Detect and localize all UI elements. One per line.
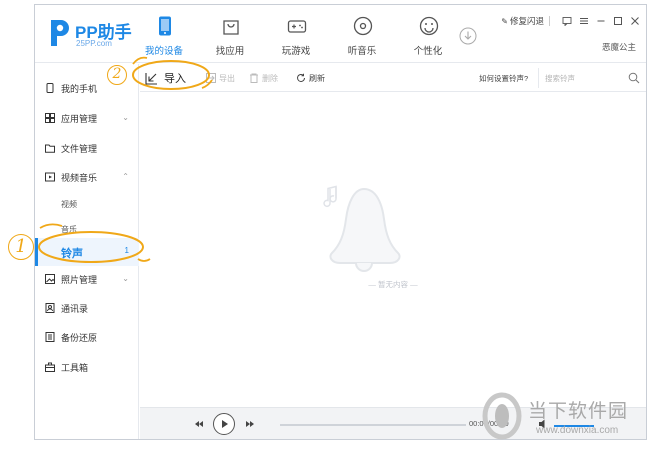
backup-icon <box>45 332 55 342</box>
watermark-logo <box>482 392 522 440</box>
chevron-down-icon: ⌄ <box>122 274 129 283</box>
chevron-up-icon: ⌃ <box>122 172 129 181</box>
sidebar-item-app-management[interactable]: 应用管理 ⌄ <box>35 106 139 130</box>
sidebar-subitem-video[interactable]: 视频 <box>61 199 77 210</box>
export-button[interactable]: 导出 <box>206 70 235 86</box>
nav-label: 个性化 <box>413 46 443 57</box>
nav-label: 玩游戏 <box>281 46 311 57</box>
nav-my-device[interactable]: 我的设备 <box>131 5 197 63</box>
menu-icon[interactable] <box>578 16 589 27</box>
media-icon <box>45 172 55 182</box>
empty-state-text: — 暂无内容 — <box>368 280 418 289</box>
sidebar-item-ringtones[interactable]: 铃声 1 <box>35 238 139 266</box>
sidebar-item-label: 视频音乐 <box>61 172 98 183</box>
folder-icon <box>45 144 55 153</box>
image-icon <box>45 274 55 284</box>
refresh-button[interactable]: 刷新 <box>296 70 325 86</box>
logo-subtitle: 25PP.com <box>76 39 112 48</box>
smile-icon <box>419 16 439 36</box>
chevron-down-icon: ⌄ <box>122 113 129 122</box>
nav-label: 听音乐 <box>347 46 377 57</box>
ringtone-help-link[interactable]: 如何设置铃声? <box>479 73 528 84</box>
app-logo: PP助手 25PP.com <box>47 15 142 55</box>
watermark: 当下软件园 www.downxia.com <box>482 392 657 444</box>
refresh-icon <box>297 73 305 82</box>
import-icon <box>145 72 157 85</box>
toolbar: 导入 导出 删除 刷新 如何设置铃声? <box>140 64 646 92</box>
export-label: 导出 <box>219 73 235 83</box>
sidebar-item-backup-restore[interactable]: 备份还原 <box>35 325 139 349</box>
music-disc-icon <box>353 16 373 36</box>
previous-track-icon[interactable] <box>192 417 206 431</box>
search-box <box>538 68 644 88</box>
export-icon <box>206 73 216 83</box>
header: PP助手 25PP.com 我的设备 找应用 玩游戏 听音乐 个性化 ✎ 修复闪… <box>35 5 646 63</box>
delete-button[interactable]: 删除 <box>249 70 278 86</box>
close-icon[interactable] <box>629 16 640 27</box>
pp-logo-icon <box>51 20 69 46</box>
sidebar-item-label: 照片管理 <box>61 274 98 285</box>
sidebar-item-contacts[interactable]: 通讯录 <box>35 296 139 320</box>
phone-icon <box>46 83 54 93</box>
sidebar-item-video-music[interactable]: 视频音乐 ⌃ <box>35 165 139 189</box>
sidebar: 我的手机 应用管理 ⌄ 文件管理 视频音乐 ⌃ 视频 音乐 铃声 1 照片管理 … <box>35 64 139 439</box>
nav-games[interactable]: 玩游戏 <box>263 5 329 63</box>
grid-icon <box>45 113 55 123</box>
watermark-text: 当下软件园 <box>528 400 629 422</box>
ringtone-list-area: — 暂无内容 — <box>140 93 646 407</box>
delete-label: 删除 <box>262 73 278 83</box>
sidebar-item-label: 我的手机 <box>61 83 98 94</box>
bell-empty-illustration <box>323 185 401 272</box>
repair-crash-label: 修复闪退 <box>509 16 544 26</box>
download-icon[interactable] <box>459 27 477 45</box>
search-icon[interactable] <box>628 72 640 84</box>
nav-find-apps[interactable]: 找应用 <box>197 5 263 63</box>
gamepad-icon <box>287 20 307 33</box>
divider <box>549 16 550 26</box>
minimize-icon[interactable] <box>595 16 606 27</box>
next-track-icon[interactable] <box>243 417 257 431</box>
sidebar-item-label: 文件管理 <box>61 143 98 154</box>
watermark-url: www.downxia.com <box>536 425 619 436</box>
nav-label: 找应用 <box>215 46 245 57</box>
sidebar-item-label: 应用管理 <box>61 113 98 124</box>
sidebar-item-label: 备份还原 <box>61 332 98 343</box>
import-button[interactable]: 导入 <box>145 68 186 88</box>
search-input[interactable] <box>545 71 625 85</box>
repair-crash-button[interactable]: ✎ 修复闪退 <box>501 15 544 27</box>
step-2-badge: 2 <box>107 65 127 85</box>
window-controls: ✎ 修复闪退 <box>501 14 640 28</box>
nav-label: 我的设备 <box>144 46 183 57</box>
playback-progress-bar[interactable] <box>280 424 466 426</box>
sidebar-subitem-music[interactable]: 音乐 <box>61 224 77 235</box>
maximize-icon[interactable] <box>612 16 623 27</box>
user-name[interactable]: 恶魔公主 <box>602 41 636 53</box>
feedback-icon[interactable] <box>561 16 572 27</box>
sidebar-item-file-management[interactable]: 文件管理 <box>35 136 139 160</box>
contacts-icon <box>45 303 55 313</box>
main-nav: 我的设备 找应用 玩游戏 听音乐 个性化 <box>131 5 461 63</box>
trash-icon <box>250 73 258 83</box>
toolbox-icon <box>45 362 55 372</box>
sidebar-item-label: 工具箱 <box>61 362 89 373</box>
bag-icon <box>223 20 239 35</box>
phone-icon <box>159 16 171 36</box>
sidebar-item-label: 铃声 <box>61 248 83 260</box>
nav-music[interactable]: 听音乐 <box>329 5 395 63</box>
sidebar-item-photo-management[interactable]: 照片管理 ⌄ <box>35 267 139 291</box>
wrench-icon: ✎ <box>501 16 508 26</box>
refresh-label: 刷新 <box>309 73 325 83</box>
app-window: PP助手 25PP.com 我的设备 找应用 玩游戏 听音乐 个性化 ✎ 修复闪… <box>34 4 647 440</box>
play-icon <box>222 420 228 428</box>
nav-personalize[interactable]: 个性化 <box>395 5 461 63</box>
active-indicator <box>35 238 38 266</box>
ringtone-count: 1 <box>124 246 129 255</box>
sidebar-item-label: 通讯录 <box>61 303 89 314</box>
sidebar-item-toolbox[interactable]: 工具箱 <box>35 355 139 379</box>
step-1-badge: 1 <box>8 234 34 260</box>
import-label: 导入 <box>164 73 186 85</box>
play-button[interactable] <box>213 413 235 435</box>
screenshot-canvas: PP助手 25PP.com 我的设备 找应用 玩游戏 听音乐 个性化 ✎ 修复闪… <box>0 0 663 461</box>
